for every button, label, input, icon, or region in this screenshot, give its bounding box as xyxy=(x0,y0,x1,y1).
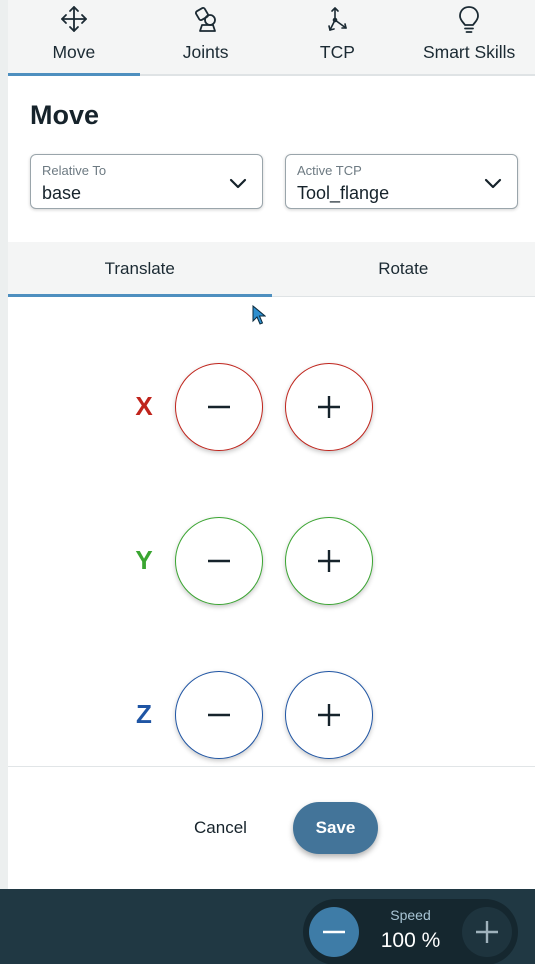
plus-icon xyxy=(318,550,340,572)
tab-smart-skills-label: Smart Skills xyxy=(422,42,516,62)
lightbulb-icon xyxy=(454,4,484,34)
move-panel: Move Relative To base Active TCP Tool_fl… xyxy=(8,76,535,889)
axis-z-label: Z xyxy=(136,699,152,729)
top-nav-tabs: Move Joints TCP Smart Skills xyxy=(8,0,535,76)
left-edge-strip xyxy=(0,0,8,889)
chevron-down-icon xyxy=(484,178,502,189)
x-plus-button[interactable] xyxy=(285,363,373,451)
axis-x-row: X xyxy=(8,363,535,453)
relative-to-select[interactable]: Relative To base xyxy=(30,154,263,209)
speed-control: Speed 100 % xyxy=(303,899,518,964)
mode-tabs: Translate Rotate xyxy=(8,242,535,297)
tab-rotate[interactable]: Rotate xyxy=(272,242,535,296)
active-tcp-caption: Active TCP xyxy=(297,163,362,178)
axis-x-label: X xyxy=(135,391,153,421)
tab-joints-label: Joints xyxy=(182,42,229,62)
axis-z-row: Z xyxy=(8,671,535,761)
move-arrows-icon xyxy=(59,4,89,34)
z-minus-button[interactable] xyxy=(175,671,263,759)
z-plus-button[interactable] xyxy=(285,671,373,759)
minus-icon xyxy=(208,405,230,409)
minus-icon xyxy=(208,559,230,563)
save-button[interactable]: Save xyxy=(293,802,378,854)
plus-icon xyxy=(476,921,498,943)
divider xyxy=(8,766,535,767)
mouse-cursor-icon xyxy=(252,305,266,325)
y-plus-button[interactable] xyxy=(285,517,373,605)
minus-icon xyxy=(208,713,230,717)
chevron-down-icon xyxy=(229,178,247,189)
bottom-bar: Speed 100 % xyxy=(0,889,535,964)
tab-tcp[interactable]: TCP xyxy=(272,0,404,74)
relative-to-caption: Relative To xyxy=(42,163,107,178)
tab-move[interactable]: Move xyxy=(8,0,140,76)
minus-icon xyxy=(323,930,345,934)
tab-tcp-label: TCP xyxy=(319,42,355,62)
tab-joints[interactable]: Joints xyxy=(140,0,272,74)
speed-caption: Speed xyxy=(390,907,431,923)
axis-y-label: Y xyxy=(135,545,153,575)
relative-to-value: base xyxy=(42,183,82,203)
active-tcp-select[interactable]: Active TCP Tool_flange xyxy=(285,154,518,209)
speed-increase-button[interactable] xyxy=(462,907,512,957)
active-tcp-value: Tool_flange xyxy=(297,183,390,203)
cancel-button[interactable]: Cancel xyxy=(178,802,263,854)
x-minus-button[interactable] xyxy=(175,363,263,451)
axis-y-row: Y xyxy=(8,517,535,607)
speed-decrease-button[interactable] xyxy=(309,907,359,957)
tcp-axes-icon xyxy=(322,4,352,34)
speed-value: 100 % xyxy=(380,929,441,952)
plus-icon xyxy=(318,396,340,418)
tab-move-label: Move xyxy=(52,42,96,62)
y-minus-button[interactable] xyxy=(175,517,263,605)
tab-smart-skills[interactable]: Smart Skills xyxy=(403,0,535,74)
plus-icon xyxy=(318,704,340,726)
tab-translate[interactable]: Translate xyxy=(8,242,272,297)
page-title: Move xyxy=(30,100,100,130)
robot-joint-icon xyxy=(191,4,221,34)
